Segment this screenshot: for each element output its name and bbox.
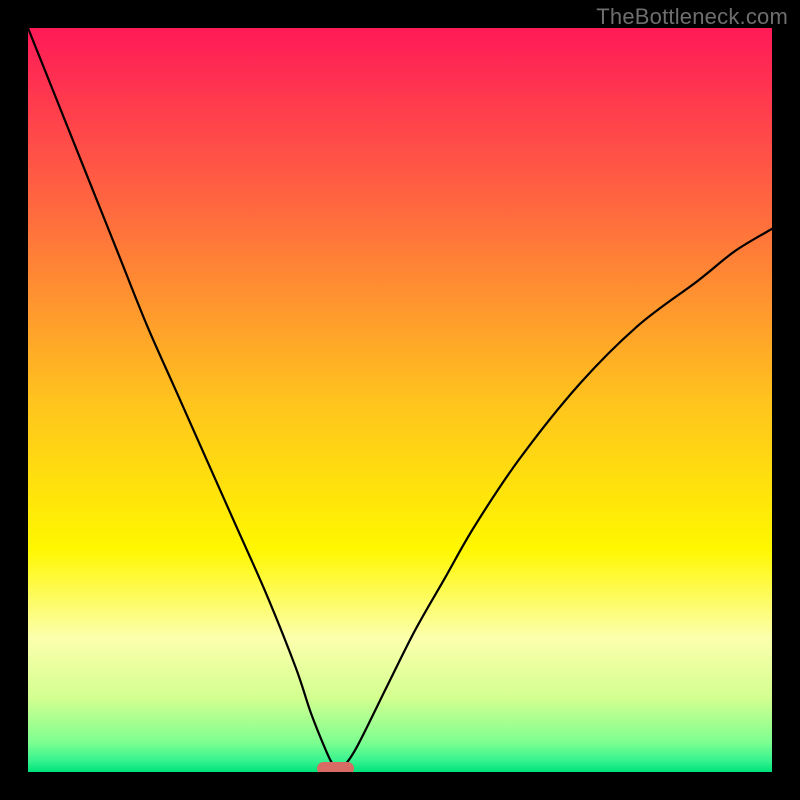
watermark-text: TheBottleneck.com bbox=[596, 4, 788, 30]
plot-area bbox=[28, 28, 772, 772]
outer-frame: TheBottleneck.com bbox=[0, 0, 800, 800]
optimal-marker bbox=[317, 762, 354, 772]
curve-layer bbox=[28, 28, 772, 772]
bottleneck-curve bbox=[28, 28, 772, 769]
